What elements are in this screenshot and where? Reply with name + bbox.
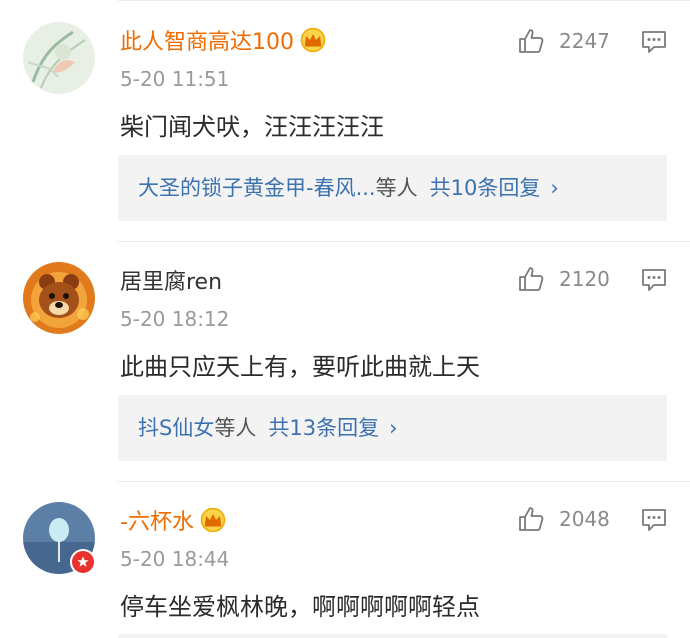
timestamp: 5-20 11:51 bbox=[120, 67, 230, 91]
reply-button[interactable] bbox=[640, 28, 668, 56]
replies-preview[interactable]: 抖S仙女等人 共13条回复 › bbox=[118, 395, 667, 461]
divider bbox=[118, 241, 690, 242]
like-button[interactable]: 2048 bbox=[517, 504, 610, 534]
like-count: 2120 bbox=[559, 267, 610, 291]
reply-user-link[interactable]: 抖S仙女 bbox=[138, 416, 214, 440]
reply-button[interactable] bbox=[640, 266, 668, 294]
like-count: 2048 bbox=[559, 507, 610, 531]
thumbs-up-icon bbox=[519, 267, 544, 291]
reply-user-link[interactable]: 大圣的锁子黄金甲-春风... bbox=[138, 176, 376, 200]
crown-icon bbox=[198, 507, 228, 533]
avatar[interactable] bbox=[23, 262, 95, 334]
comment-text: 停车坐爱枫林晚，啊啊啊啊啊轻点 bbox=[120, 593, 480, 621]
reply-button[interactable] bbox=[640, 506, 668, 534]
crown-icon bbox=[298, 27, 328, 53]
comment-text: 柴门闻犬吠，汪汪汪汪汪 bbox=[120, 113, 384, 141]
username[interactable]: -六杯水 bbox=[120, 507, 228, 538]
chevron-right-icon: › bbox=[389, 416, 398, 440]
like-button[interactable]: 2120 bbox=[517, 264, 610, 294]
like-count: 2247 bbox=[559, 29, 610, 53]
avatar-image bbox=[23, 22, 95, 94]
divider bbox=[118, 481, 690, 482]
avatar[interactable] bbox=[23, 22, 95, 94]
avatar-image bbox=[23, 262, 95, 334]
thumbs-up-icon bbox=[519, 29, 544, 53]
replies-preview[interactable]: 大圣的锁子黄金甲-春风...等人 共10条回复 › bbox=[118, 155, 667, 221]
verified-badge bbox=[70, 549, 96, 575]
comment-bubble-icon bbox=[642, 269, 666, 291]
reply-count-link[interactable]: 共10条回复 bbox=[430, 176, 541, 200]
reply-suffix: 等人 bbox=[375, 176, 418, 200]
like-button[interactable]: 2247 bbox=[517, 26, 610, 56]
chevron-right-icon: › bbox=[550, 176, 559, 200]
reply-suffix: 等人 bbox=[214, 416, 257, 440]
reply-count-link[interactable]: 共13条回复 bbox=[268, 416, 379, 440]
comment-bubble-icon bbox=[642, 509, 666, 531]
replies-preview bbox=[118, 634, 667, 638]
username[interactable]: 居里腐ren bbox=[120, 268, 222, 298]
thumbs-up-icon bbox=[519, 507, 544, 531]
timestamp: 5-20 18:44 bbox=[120, 547, 230, 571]
comment-text: 此曲只应天上有，要听此曲就上天 bbox=[120, 353, 480, 381]
timestamp: 5-20 18:12 bbox=[120, 307, 230, 331]
comment-bubble-icon bbox=[642, 31, 666, 53]
username[interactable]: 此人智商高达100 bbox=[120, 27, 328, 58]
divider bbox=[118, 0, 690, 1]
